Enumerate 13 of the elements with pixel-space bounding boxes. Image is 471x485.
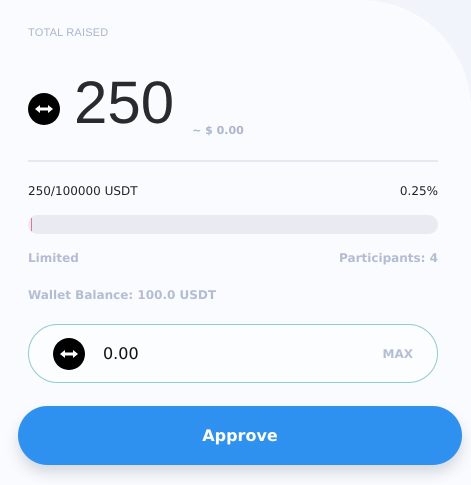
wallet-balance: Wallet Balance: 100.0 USDT	[28, 288, 216, 302]
raised-progress-text: 250/100000 USDT	[28, 184, 138, 198]
coin-icon	[53, 338, 85, 370]
approve-button[interactable]: Approve	[18, 406, 462, 465]
usd-value: ~ $ 0.00	[192, 124, 244, 137]
amount-field[interactable]: 0.00 MAX	[28, 324, 438, 383]
total-raised-label: TOTAL RAISED	[28, 27, 110, 39]
coin-icon	[28, 93, 60, 125]
max-button[interactable]: MAX	[382, 346, 413, 360]
percent-text: 0.25%	[400, 184, 438, 198]
limited-label: Limited	[28, 251, 79, 265]
raised-amount: 250	[74, 73, 174, 133]
participants-count: Participants: 4	[339, 251, 438, 265]
